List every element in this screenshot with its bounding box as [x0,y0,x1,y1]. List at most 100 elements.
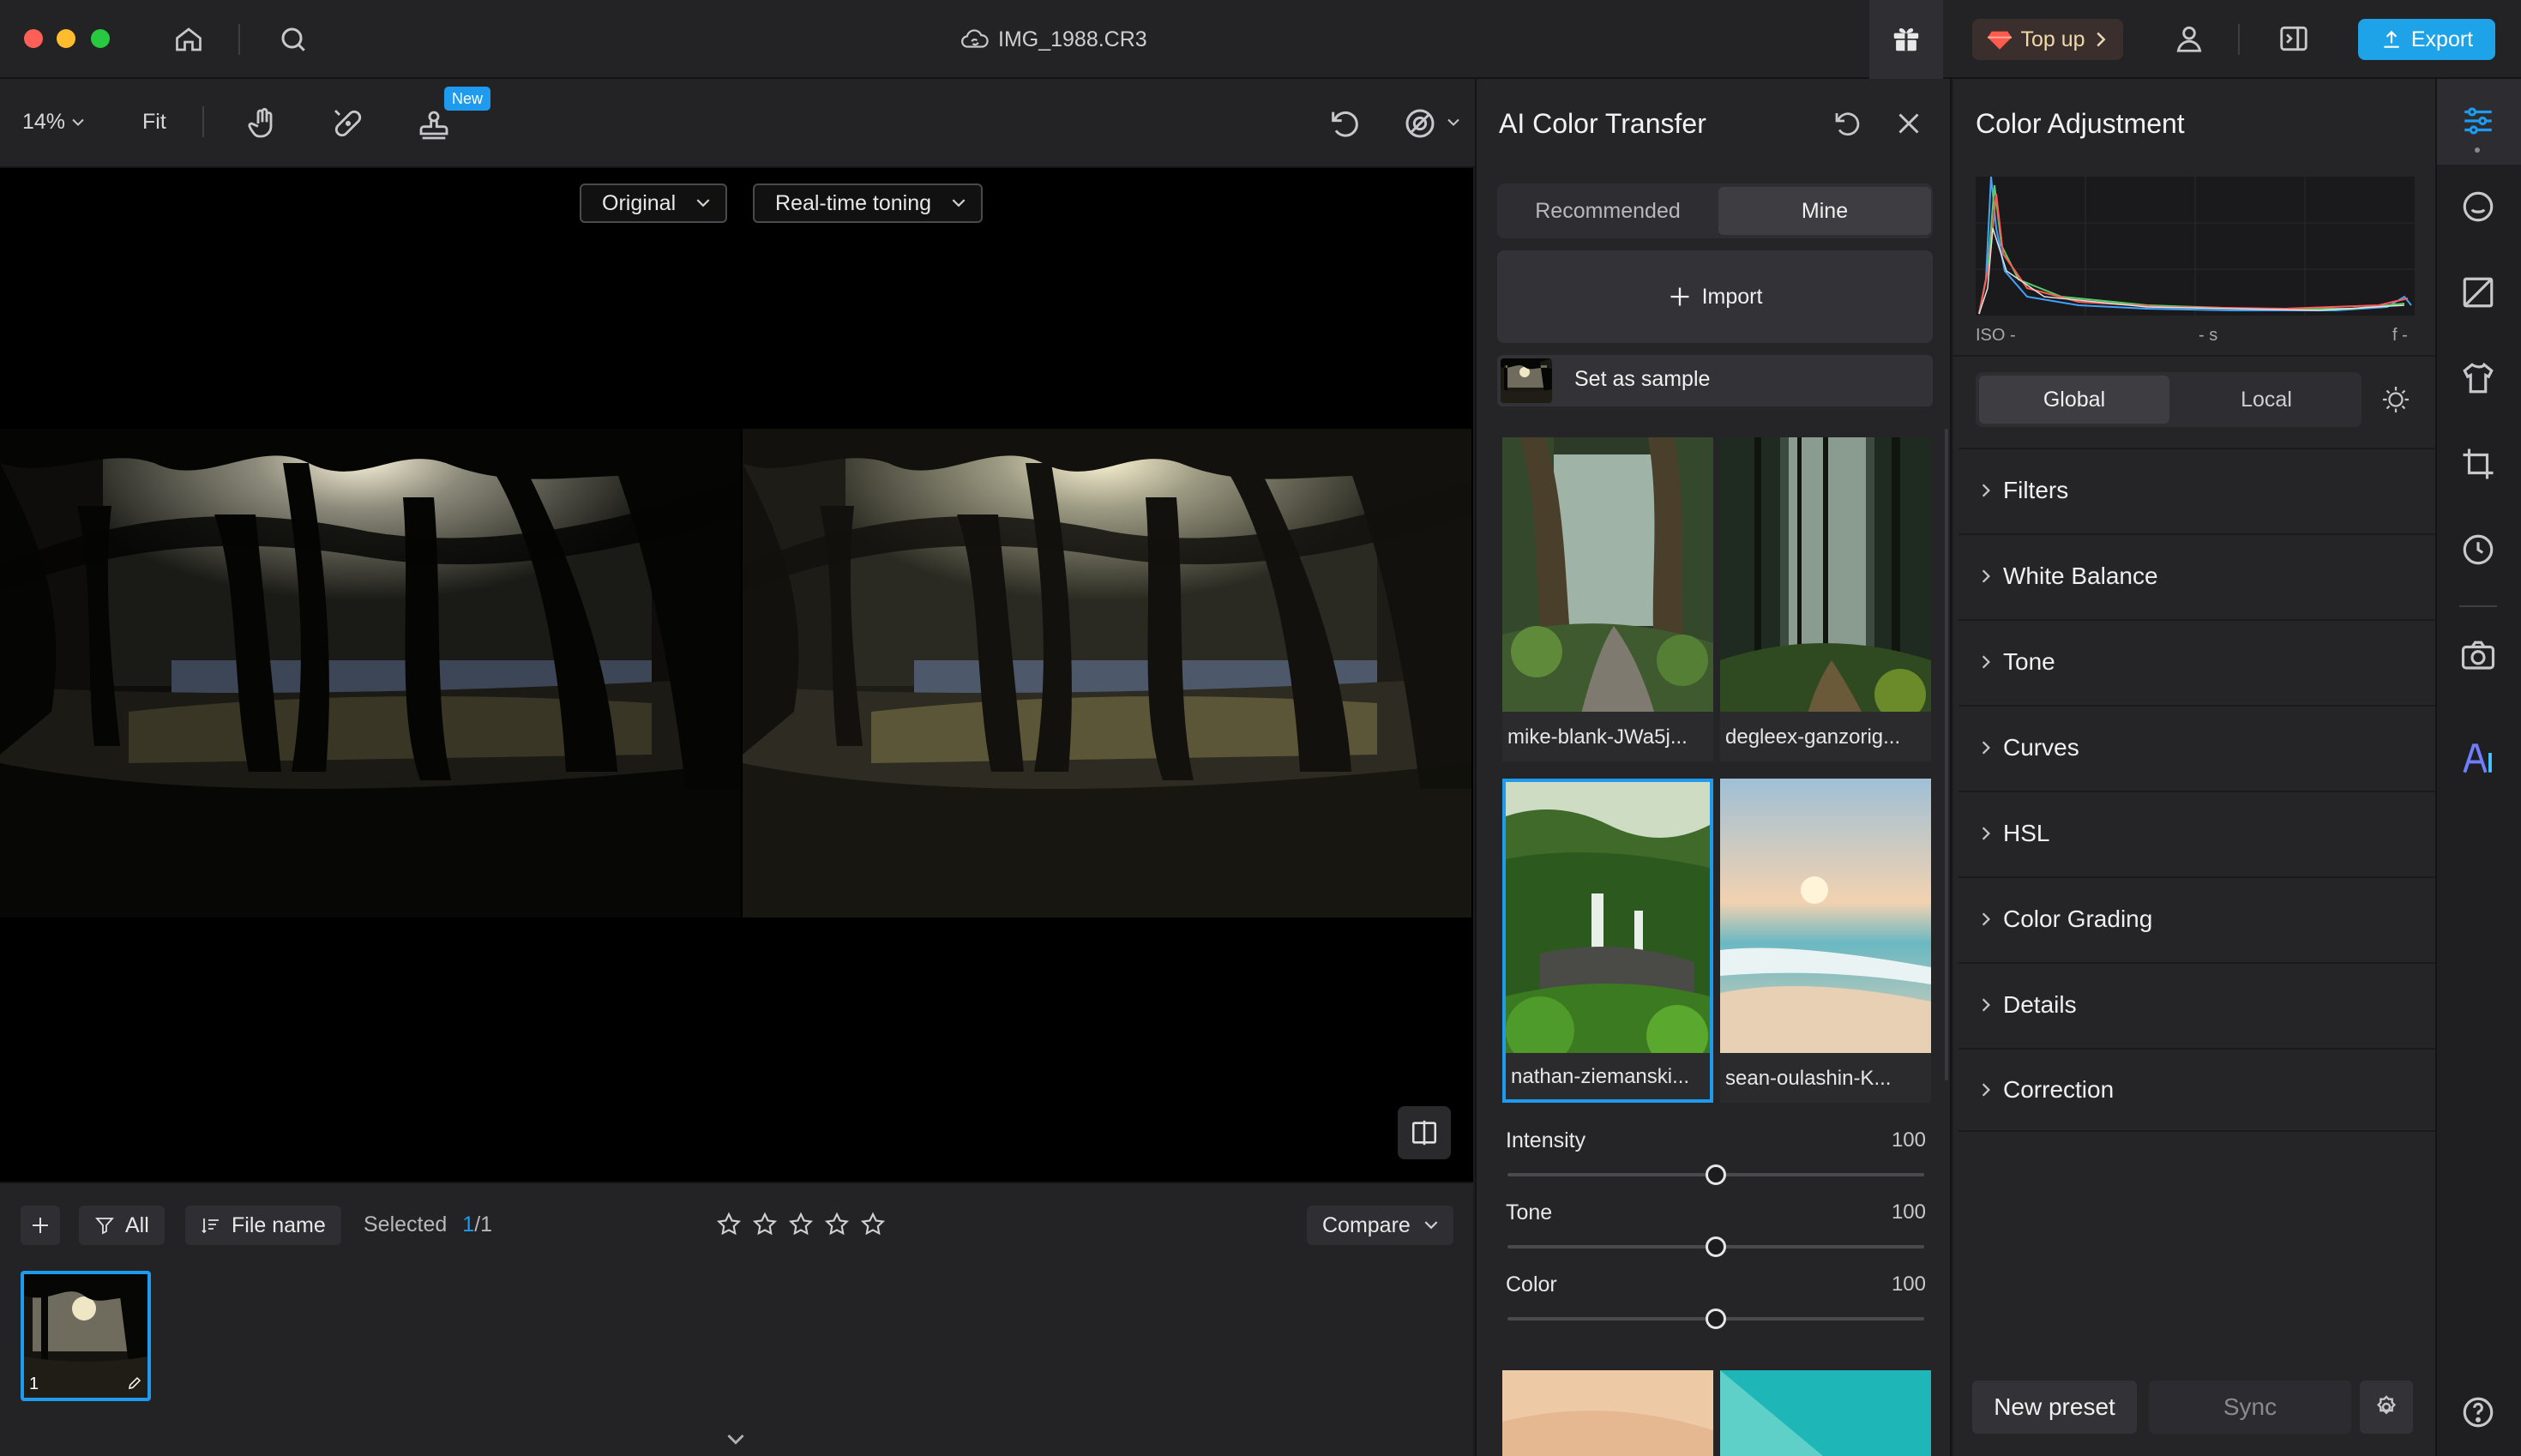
section-label: Correction [2003,1076,2115,1103]
chevron-right-icon [1981,997,1991,1013]
sort-icon [201,1215,221,1236]
toning-dropdown-label: Real-time toning [775,190,932,215]
section-details[interactable]: Details [1958,962,2435,1046]
section-curves[interactable]: Curves [1958,705,2435,789]
ai-panel-scrollbar[interactable] [1945,429,1948,1080]
tab-local[interactable]: Local [2173,376,2360,424]
section-filters[interactable]: Filters [1958,448,2435,532]
close-icon[interactable] [1893,108,1924,139]
file-name: IMG_1988.CR3 [998,27,1147,51]
add-photo-button[interactable] [21,1206,60,1245]
preset-card[interactable]: degleex-ganzorig... [1720,437,1931,761]
histogram [1976,177,2415,316]
cloud-sync-icon [960,27,990,52]
gift-button[interactable] [1869,0,1943,79]
export-button[interactable]: Export [2358,19,2495,60]
adjust-sliders-icon[interactable] [2460,103,2496,139]
home-icon[interactable] [173,24,204,55]
set-as-sample-label: Set as sample [1574,367,1711,391]
reset-icon[interactable] [1832,108,1862,139]
filmstrip-thumbnail[interactable]: 1 [21,1271,151,1401]
preset-card[interactable]: mike-blank-JWa5j... [1502,437,1713,761]
section-hsl[interactable]: HSL [1958,791,2435,875]
sort-button[interactable]: File name [185,1206,341,1245]
chevron-right-icon [1981,740,1991,755]
zoom-select[interactable]: 14% [22,110,84,135]
crop-icon[interactable] [2460,446,2496,482]
ai-tools-icon[interactable] [2460,741,2496,777]
preset-card[interactable] [1720,1370,1931,1456]
toning-dropdown[interactable]: Real-time toning [753,184,984,223]
star-icon[interactable] [787,1211,815,1238]
body-retouch-icon[interactable] [2460,360,2496,396]
hand-tool-icon[interactable] [245,106,280,141]
intensity-label: Intensity [1506,1128,1586,1152]
camera-icon[interactable] [2460,638,2496,674]
preset-card-selected[interactable]: nathan-ziemanski... [1502,779,1713,1103]
set-as-sample-button[interactable] [1497,355,1933,406]
split-view-button[interactable] [1398,1106,1451,1159]
intensity-slider-handle[interactable] [1706,1164,1726,1185]
close-window-button[interactable] [24,29,43,48]
chevron-down-icon [696,199,710,208]
tab-global[interactable]: Global [1979,376,2169,424]
preset-name: nathan-ziemanski... [1506,1053,1710,1099]
section-correction[interactable]: Correction [1958,1048,2435,1132]
color-slider-handle[interactable] [1706,1309,1726,1329]
zoom-window-button[interactable] [91,29,110,48]
collapse-filmstrip-icon[interactable] [727,1434,744,1446]
star-icon[interactable] [715,1211,743,1238]
minimize-window-button[interactable] [57,29,75,48]
preset-image-sand [1502,1370,1713,1456]
filter-button[interactable]: All [79,1206,165,1245]
clone-stamp-icon[interactable] [417,108,451,142]
section-tone[interactable]: Tone [1958,619,2435,703]
search-icon[interactable] [278,24,309,55]
gift-icon [1890,22,1922,55]
exposure-icon[interactable] [2460,274,2496,310]
filter-label: All [125,1212,149,1237]
fit-button[interactable]: Fit [142,110,166,135]
diamond-icon [1988,29,2013,50]
undo-icon[interactable] [1327,106,1362,141]
account-icon[interactable] [2173,22,2205,55]
top-up-button[interactable]: Top up [1972,19,2123,60]
help-icon[interactable] [2460,1394,2496,1430]
tab-recommended[interactable]: Recommended [1501,187,1715,235]
import-button[interactable]: Import [1497,250,1933,343]
star-icon[interactable] [823,1211,851,1238]
sync-button[interactable]: Sync [2149,1381,2351,1434]
color-label: Color [1506,1272,1557,1297]
chevron-down-icon [72,118,84,127]
star-icon[interactable] [859,1211,887,1238]
history-icon[interactable] [2460,532,2496,568]
healing-brush-icon[interactable] [331,106,365,141]
preset-name: degleex-ganzorig... [1720,712,1931,761]
intensity-value: 100 [1891,1128,1926,1152]
chevron-down-icon[interactable] [1447,118,1459,127]
compare-dropdown[interactable]: Compare [1307,1206,1453,1245]
panel-toggle-icon[interactable] [2277,22,2310,55]
star-icon[interactable] [751,1211,779,1238]
tab-mine[interactable]: Mine [1718,187,1931,235]
section-color-grading[interactable]: Color Grading [1958,876,2435,960]
star-rating[interactable] [715,1211,887,1238]
mask-visibility-icon[interactable] [1403,106,1437,141]
preset-card[interactable] [1502,1370,1713,1456]
thumbnail-index: 1 [29,1375,39,1393]
chevron-right-icon [1981,1082,1991,1098]
plus-icon [30,1215,51,1236]
original-dropdown[interactable]: Original [580,184,728,223]
new-preset-button[interactable]: New preset [1972,1381,2137,1434]
section-white-balance[interactable]: White Balance [1958,533,2435,617]
tone-slider-handle[interactable] [1706,1236,1726,1257]
divider [238,24,240,55]
divider [2459,605,2497,607]
preset-settings-button[interactable] [2360,1381,2413,1434]
intensity-slider-header: Intensity 100 [1506,1128,1926,1153]
auto-adjust-icon[interactable] [2380,384,2411,415]
editor-toolbar [0,79,1475,168]
chevron-right-icon [1981,654,1991,670]
face-retouch-icon[interactable] [2460,189,2496,225]
preset-card[interactable]: sean-oulashin-K... [1720,779,1931,1103]
